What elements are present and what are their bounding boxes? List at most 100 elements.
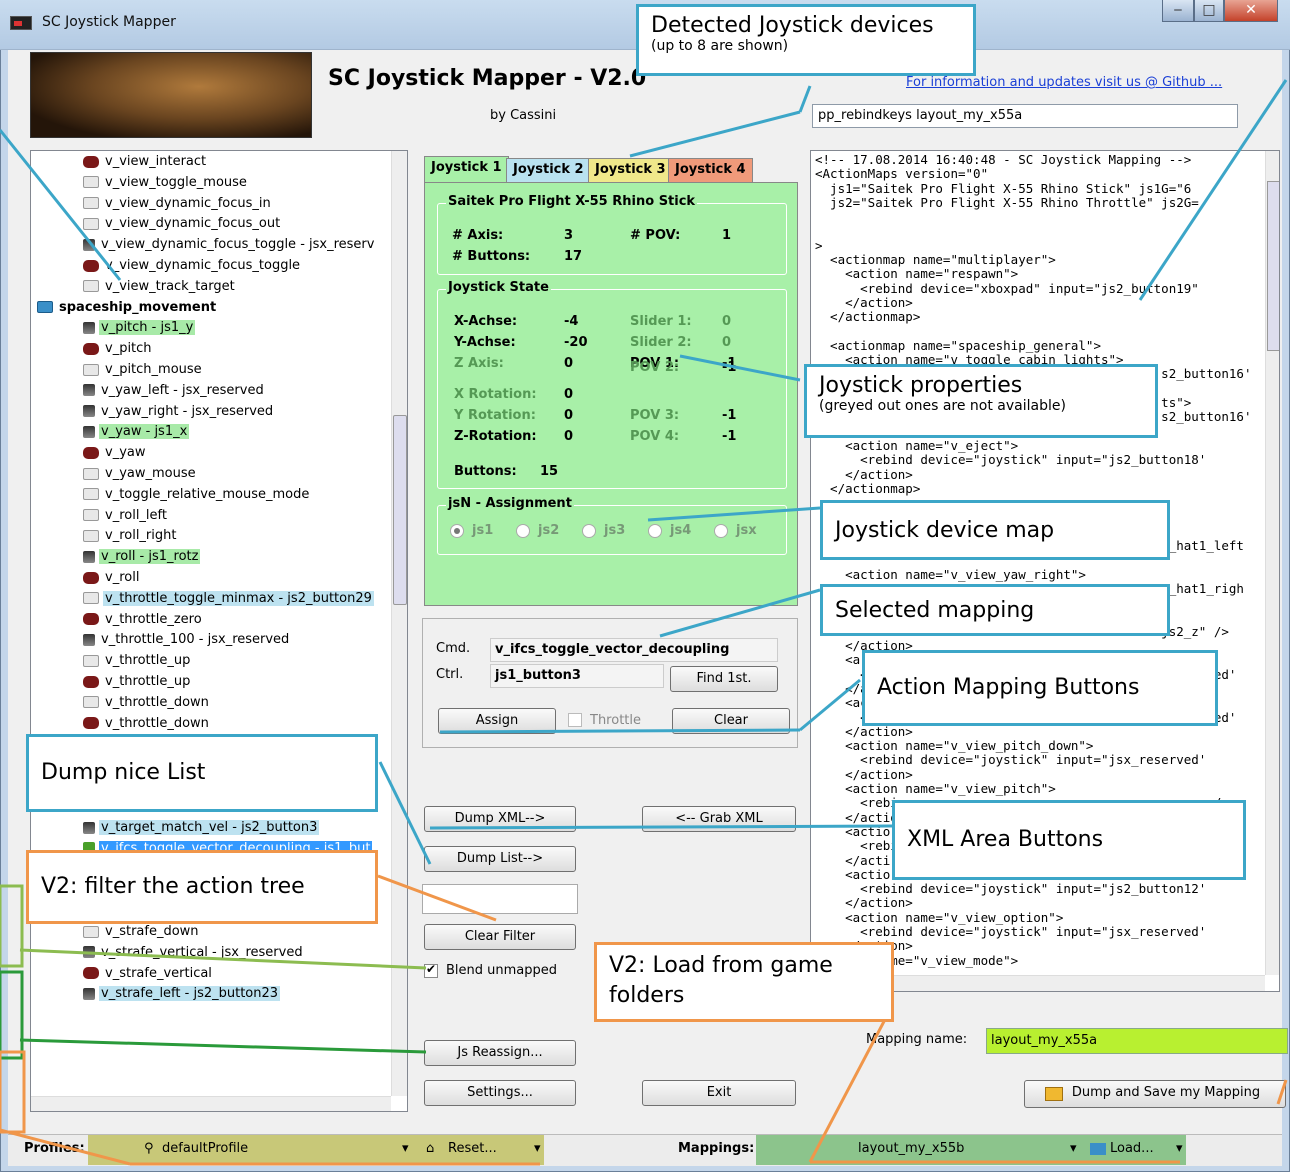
tree-horizontal-scrollbar[interactable]	[31, 1096, 391, 1111]
tree-item[interactable]: v_view_toggle_mouse	[83, 174, 249, 194]
radio-js1[interactable]	[450, 524, 464, 538]
callout-props-title: Joystick properties	[819, 373, 1023, 398]
minimize-icon[interactable]: ‒	[1162, 0, 1194, 22]
tree-vertical-scrollbar[interactable]	[391, 151, 407, 1096]
chevron-down-icon[interactable]: ▾	[534, 1141, 541, 1156]
tree-item[interactable]: v_pitch	[83, 340, 154, 360]
tree-item[interactable]: v_yaw	[83, 444, 148, 464]
tab-joystick-1[interactable]: Joystick 1	[424, 156, 509, 184]
mouse-icon	[83, 197, 99, 210]
command-line-field[interactable]: pp_rebindkeys layout_my_x55a	[812, 104, 1238, 128]
tree-item[interactable]: v_view_dynamic_focus_toggle - jsx_reserv	[83, 236, 376, 256]
load-button[interactable]: Load...	[1110, 1141, 1154, 1156]
dump-xml-button[interactable]: Dump XML-->	[424, 806, 576, 832]
tree-item[interactable]: v_pitch_mouse	[83, 361, 204, 381]
grab-xml-button[interactable]: <-- Grab XML	[642, 806, 796, 832]
state-value-2: -1	[722, 429, 737, 444]
throttle-checkbox[interactable]	[568, 713, 582, 727]
tab-joystick-2[interactable]: Joystick 2	[506, 158, 591, 182]
tree-item[interactable]: v_target_match_vel - js2_button3	[83, 819, 320, 839]
blend-unmapped-checkbox[interactable]: ✔	[424, 962, 438, 978]
radio-label-jsx: jsx	[736, 523, 757, 538]
tab-joystick-4[interactable]: Joystick 4	[668, 158, 753, 182]
tree-item[interactable]: v_roll_left	[83, 507, 169, 527]
tree-item[interactable]: v_yaw - js1_x	[83, 423, 190, 443]
tree-item[interactable]: v_yaw_left - jsx_reserved	[83, 382, 266, 402]
tree-item[interactable]: v_throttle_up	[83, 652, 192, 672]
assign-button[interactable]: Assign	[438, 708, 556, 734]
github-link[interactable]: For information and updates visit us @ G…	[906, 75, 1222, 90]
state-label: Z Axis:	[454, 356, 504, 371]
tree-item[interactable]: v_strafe_vertical - jsx_reserved	[83, 944, 305, 964]
close-icon[interactable]: ✕	[1224, 0, 1278, 22]
exit-button[interactable]: Exit	[642, 1080, 796, 1106]
tree-item[interactable]: v_strafe_left - js2_button23	[83, 985, 281, 1005]
status-bar: Profiles: ⚲ defaultProfile ▾ ⌂ Reset... …	[8, 1134, 1282, 1166]
xml-scroll-thumb[interactable]	[1267, 181, 1279, 351]
find-first-button[interactable]: Find 1st.	[670, 666, 778, 692]
chevron-down-icon[interactable]: ▾	[402, 1141, 409, 1156]
radio-js2[interactable]	[516, 524, 530, 538]
tree-item[interactable]: v_throttle_100 - jsx_reserved	[83, 631, 291, 651]
tree-item[interactable]: v_view_dynamic_focus_out	[83, 215, 282, 235]
dump-save-button[interactable]: Dump and Save my Mapping	[1024, 1080, 1286, 1108]
filter-input[interactable]	[422, 884, 578, 914]
tree-item[interactable]: v_view_dynamic_focus_toggle	[83, 257, 302, 277]
chevron-down-icon[interactable]: ▾	[1070, 1141, 1077, 1156]
state-label-2: POV 2:	[630, 360, 680, 375]
tab-joystick-3[interactable]: Joystick 3	[588, 158, 673, 182]
tree-item[interactable]: v_view_interact	[83, 153, 208, 173]
ctrl-label: Ctrl.	[436, 667, 464, 682]
dump-list-button[interactable]: Dump List-->	[424, 846, 576, 872]
mapping-name-input[interactable]: layout_my_x55a	[986, 1028, 1288, 1054]
chevron-down-icon[interactable]: ▾	[1176, 1141, 1183, 1156]
tree-scroll-thumb[interactable]	[393, 415, 407, 605]
tree-item[interactable]: v_throttle_up	[83, 673, 192, 693]
settings-button[interactable]: Settings...	[424, 1080, 576, 1106]
radio-js4[interactable]	[648, 524, 662, 538]
tree-item[interactable]: v_pitch - js1_y	[83, 319, 196, 339]
tree-item[interactable]: v_toggle_relative_mouse_mode	[83, 486, 311, 506]
state-value: -20	[564, 335, 588, 350]
state-label: X-Achse:	[454, 314, 518, 329]
tree-item[interactable]: v_yaw_mouse	[83, 465, 198, 485]
mouse-icon	[83, 654, 99, 667]
js-reassign-button[interactable]: Js Reassign...	[424, 1040, 576, 1066]
tree-item[interactable]: v_throttle_toggle_minmax - js2_button29	[83, 590, 374, 610]
maximize-icon[interactable]: □	[1194, 0, 1224, 22]
joystick-tab-panel: Saitek Pro Flight X-55 Rhino Stick # Axi…	[424, 182, 798, 606]
tree-item[interactable]: v_throttle_zero	[83, 611, 204, 631]
action-tree[interactable]: v_view_interact v_view_toggle_mouse v_view…	[30, 150, 408, 1112]
clear-button[interactable]: Clear	[672, 708, 790, 734]
radio-jsx[interactable]	[714, 524, 728, 538]
joystick-icon	[83, 238, 95, 251]
cmd-field[interactable]: v_ifcs_toggle_vector_decoupling	[490, 638, 778, 662]
tree-item[interactable]: v_throttle_down	[83, 694, 211, 714]
tree-item[interactable]: v_throttle_down	[83, 715, 211, 735]
tree-item[interactable]: v_view_track_target	[83, 278, 237, 298]
tree-item[interactable]: v_strafe_vertical	[83, 965, 214, 985]
state-label: X Rotation:	[454, 387, 537, 402]
mouse-icon	[83, 467, 99, 480]
tree-item[interactable]: v_roll - js1_rotz	[83, 548, 201, 568]
reset-button[interactable]: Reset...	[448, 1141, 497, 1156]
callout-detected-sub: (up to 8 are shown)	[651, 38, 789, 54]
state-label-2: Slider 1:	[630, 314, 692, 329]
tree-item[interactable]: v_yaw_right - jsx_reserved	[83, 403, 275, 423]
tree-item-label: v_yaw - js1_x	[99, 424, 190, 440]
state-label-2: POV 3:	[630, 408, 680, 423]
device-name: Saitek Pro Flight X-55 Rhino Stick	[446, 194, 698, 209]
radio-js3[interactable]	[582, 524, 596, 538]
profile-dropdown[interactable]: defaultProfile	[162, 1141, 248, 1156]
gamepad-icon	[83, 571, 99, 584]
tree-item[interactable]: v_roll	[83, 569, 141, 589]
mapping-dropdown[interactable]: layout_my_x55b	[858, 1141, 964, 1156]
tree-item[interactable]: v_view_dynamic_focus_in	[83, 195, 273, 215]
ctrl-field[interactable]: js1_button3	[490, 664, 664, 688]
cmd-label: Cmd.	[436, 641, 471, 656]
mouse-icon	[83, 176, 99, 189]
clear-filter-button[interactable]: Clear Filter	[424, 924, 576, 950]
tree-item[interactable]: v_roll_right	[83, 527, 178, 547]
tree-item[interactable]: v_strafe_down	[83, 923, 201, 943]
tree-item[interactable]: spaceship_movement	[37, 299, 218, 319]
